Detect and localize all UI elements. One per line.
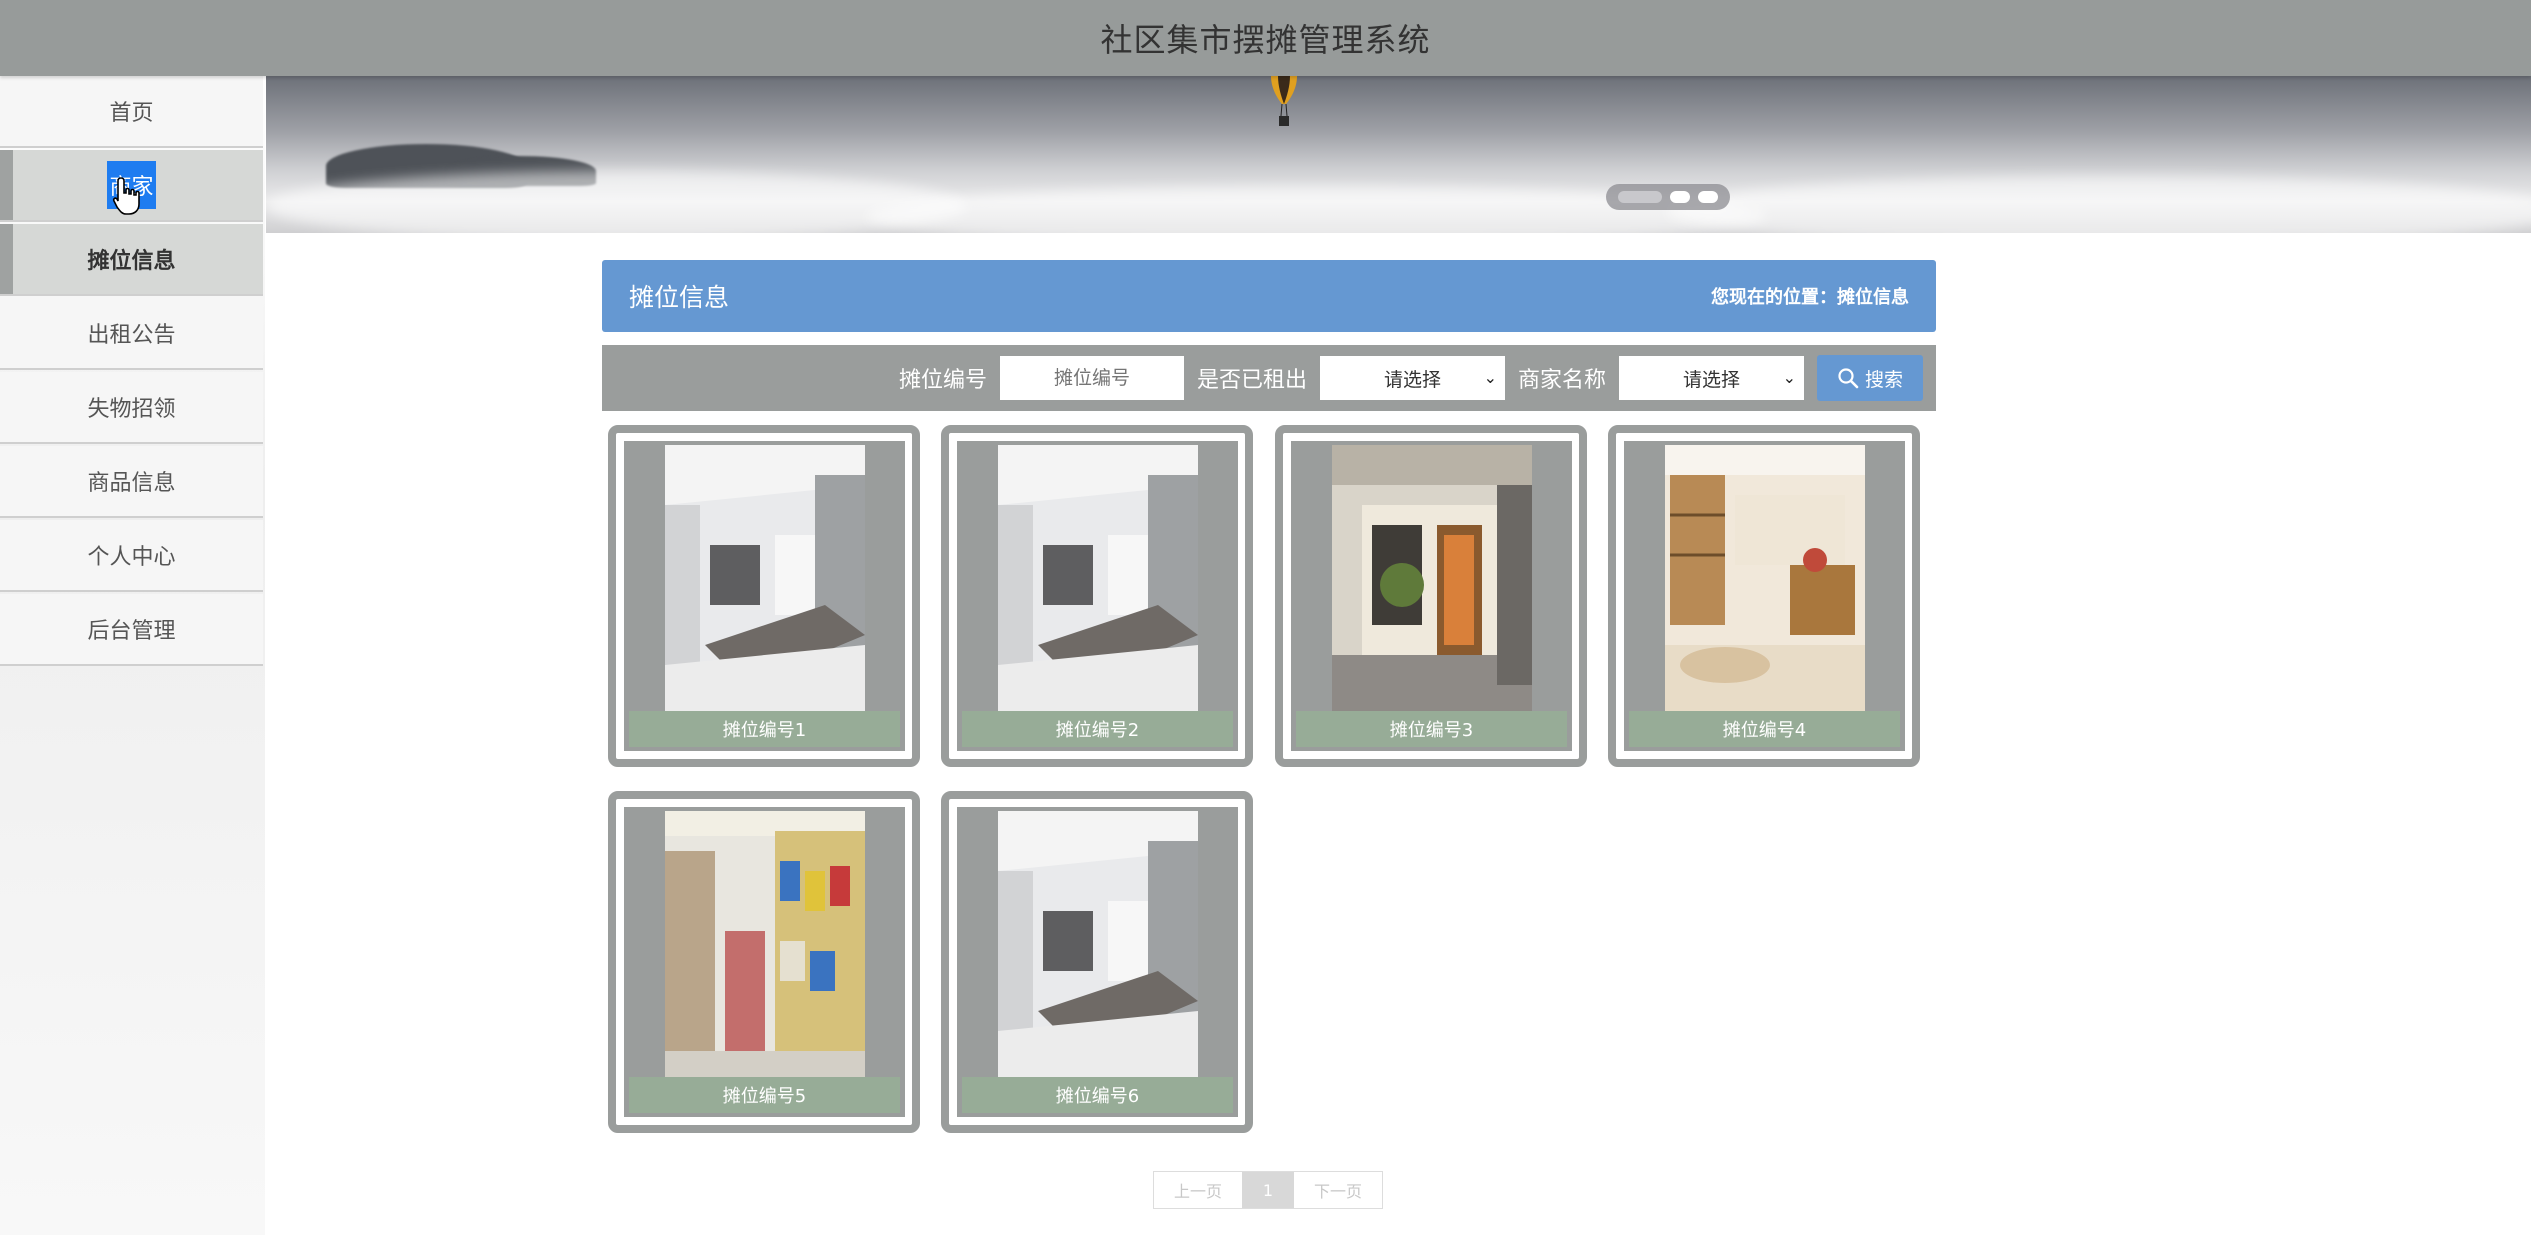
stall-card[interactable]: 摊位编号4 [1608, 425, 1920, 767]
sidebar-item-lost-found[interactable]: 失物招领 [0, 372, 263, 444]
sidebar-item-home[interactable]: 首页 [0, 76, 263, 148]
stall-photo-interior [998, 445, 1198, 711]
next-page-button[interactable]: 下一页 [1294, 1172, 1382, 1208]
stall-card-caption: 摊位编号6 [962, 1077, 1233, 1113]
sidebar-item-label: 个人中心 [87, 545, 176, 570]
stall-card-frame: 摊位编号1 [624, 441, 905, 751]
carousel-dot[interactable] [1670, 191, 1690, 203]
site-title: 社区集市摆摊管理系统 [1100, 21, 1431, 59]
stall-photo-interior [665, 445, 865, 711]
sidebar-item-stall-info[interactable]: 摊位信息 [0, 224, 263, 296]
stall-card[interactable]: 摊位编号2 [941, 425, 1253, 767]
sidebar-item-label: 商品信息 [87, 471, 176, 496]
rented-label: 是否已租出 [1196, 368, 1307, 393]
sidebar-item-label: 摊位信息 [87, 249, 176, 274]
top-header: 社区集市摆摊管理系统 [0, 0, 2531, 76]
sidebar-item-rental-notice[interactable]: 出租公告 [0, 298, 263, 370]
stall-card-frame: 摊位编号4 [1624, 441, 1905, 751]
stall-card-frame: 摊位编号2 [957, 441, 1238, 751]
banner-cloud [266, 171, 966, 233]
page-number-current[interactable]: 1 [1242, 1172, 1294, 1208]
merchant-label: 商家名称 [1517, 368, 1606, 393]
stall-card[interactable]: 摊位编号3 [1275, 425, 1587, 767]
stall-photo-storefront [1332, 445, 1532, 711]
stall-photo-wooden-shop [1665, 445, 1865, 711]
sidebar-item-label: 首页 [109, 101, 154, 126]
merchant-select[interactable]: 请选择 ⌄ [1619, 356, 1804, 400]
stall-card-caption: 摊位编号3 [1296, 711, 1567, 747]
banner-cloud [1666, 176, 2531, 233]
stall-card-caption: 摊位编号2 [962, 711, 1233, 747]
stall-card-frame: 摊位编号5 [624, 807, 905, 1117]
sidebar-item-label: 出租公告 [87, 323, 176, 348]
rented-select[interactable]: 请选择 ⌄ [1319, 356, 1505, 400]
section-title-bar: 摊位信息 您现在的位置：摊位信息 [602, 260, 1936, 332]
search-icon [1838, 368, 1859, 389]
sidebar: 首页 商家 摊位信息 出租公告 失物招领 商品信息 个人中心 后台管理 [0, 76, 265, 1235]
rented-select-value: 请选择 [1383, 368, 1441, 391]
carousel-dot[interactable] [1618, 191, 1662, 203]
chevron-down-icon: ⌄ [1483, 368, 1497, 387]
prev-page-button[interactable]: 上一页 [1154, 1172, 1242, 1208]
stall-photo-interior [998, 811, 1198, 1077]
merchant-select-value: 请选择 [1682, 368, 1740, 391]
stall-card-caption: 摊位编号1 [629, 711, 900, 747]
search-bar: 摊位编号 是否已租出 请选择 ⌄ 商家名称 请选择 ⌄ 搜索 [602, 345, 1936, 411]
pagination: 上一页 1 下一页 [1153, 1171, 1383, 1209]
breadcrumb-current: 摊位信息 [1837, 287, 1909, 308]
stall-card[interactable]: 摊位编号5 [608, 791, 920, 1133]
stall-card-frame: 摊位编号3 [1291, 441, 1572, 751]
stall-card[interactable]: 摊位编号6 [941, 791, 1253, 1133]
sidebar-item-profile[interactable]: 个人中心 [0, 520, 263, 592]
breadcrumb: 您现在的位置：摊位信息 [1711, 283, 1909, 309]
stall-card-frame: 摊位编号6 [957, 807, 1238, 1117]
search-button[interactable]: 搜索 [1817, 355, 1923, 401]
carousel-indicators [1606, 184, 1730, 210]
search-button-label: 搜索 [1864, 368, 1903, 391]
carousel-dot[interactable] [1698, 191, 1718, 203]
breadcrumb-prefix: 您现在的位置： [1711, 287, 1837, 308]
chevron-down-icon: ⌄ [1782, 368, 1796, 387]
sidebar-item-label: 失物招领 [87, 397, 176, 422]
stall-card[interactable]: 摊位编号1 [608, 425, 920, 767]
stall-no-label: 摊位编号 [898, 368, 987, 393]
banner-carousel [266, 76, 2531, 233]
stall-photo-supermarket [665, 811, 865, 1077]
stall-no-input[interactable] [999, 356, 1184, 400]
sidebar-item-label: 后台管理 [87, 619, 176, 644]
sidebar-item-admin[interactable]: 后台管理 [0, 594, 263, 666]
stall-card-caption: 摊位编号5 [629, 1077, 900, 1113]
stall-card-caption: 摊位编号4 [1629, 711, 1900, 747]
hand-cursor-icon [112, 177, 140, 215]
page-title: 摊位信息 [629, 283, 730, 312]
hot-air-balloon-icon [1271, 76, 1297, 126]
sidebar-item-products[interactable]: 商品信息 [0, 446, 263, 518]
